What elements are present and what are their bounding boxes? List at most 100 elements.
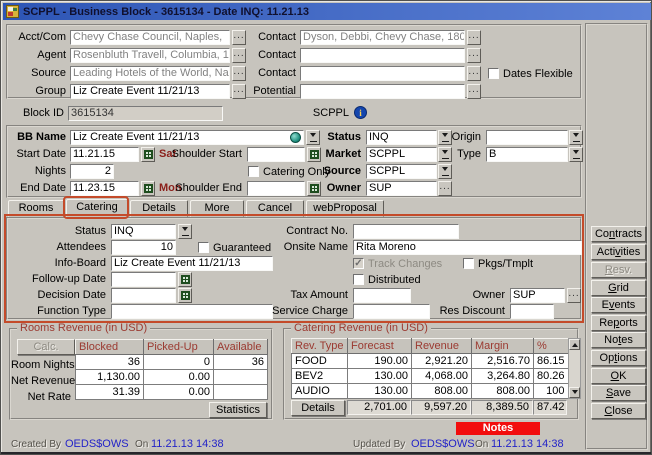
calendar-icon <box>310 184 319 193</box>
shoulder-end-calendar-button[interactable] <box>307 181 321 196</box>
info-board-field[interactable]: Liz Create Event 11/21/13 <box>111 256 273 271</box>
res-discount-field[interactable] <box>510 304 554 319</box>
globe-icon[interactable] <box>290 132 301 143</box>
pct-cell: 80.26 <box>534 369 569 384</box>
pkgs-tmplt-checkbox[interactable] <box>463 258 474 269</box>
bb-name-dropdown-button[interactable] <box>306 130 320 145</box>
catering-owner-label: Owner <box>428 288 505 303</box>
contact3-lov-button[interactable]: ... <box>467 66 481 81</box>
contact1-field[interactable]: Dyson, Debbi, Chevy Chase, 1800-123- <box>300 30 465 45</box>
activities-button[interactable]: Activities <box>591 244 646 260</box>
statistics-button[interactable]: Statistics <box>209 402 267 418</box>
bb-name-value: Liz Create Event 11/21/13 <box>73 131 199 143</box>
tab-cancel[interactable]: Cancel <box>246 200 304 217</box>
function-type-label: Function Type <box>10 304 106 319</box>
start-date-label: Start Date <box>10 147 66 162</box>
nights-field[interactable]: 2 <box>70 164 114 179</box>
catering-owner-lov-button[interactable]: ... <box>567 288 581 303</box>
start-date-field[interactable]: 11.21.15 <box>70 147 139 162</box>
type-field[interactable]: B <box>486 147 568 162</box>
type-dropdown-button[interactable] <box>569 147 583 162</box>
agent-field[interactable]: Rosenbluth Travell, Columbia, 1800-r <box>70 48 230 63</box>
contract-no-field[interactable] <box>353 224 459 239</box>
origin-field[interactable] <box>486 130 568 145</box>
follow-up-calendar-button[interactable] <box>178 272 192 287</box>
tab-catering[interactable]: Catering <box>66 199 128 217</box>
events-button[interactable]: Events <box>591 297 646 313</box>
catering-revenue-table: Rev. Type Forecast Revenue Margin % FOOD… <box>291 338 569 399</box>
contact2-field[interactable] <box>300 48 465 63</box>
source-field[interactable]: Leading Hotels of the World, Naples, <box>70 66 230 81</box>
options-button[interactable]: Options <box>591 350 646 366</box>
scroll-down-button[interactable] <box>569 387 580 398</box>
notes-lamp[interactable]: Notes <box>456 422 540 435</box>
notes-button[interactable]: Notes <box>591 332 646 348</box>
table-header-row: Rev. Type Forecast Revenue Margin % <box>292 339 569 354</box>
bb-source-dropdown-button[interactable] <box>438 164 452 179</box>
ok-button[interactable]: OK <box>591 368 646 384</box>
tax-amount-field[interactable] <box>353 288 411 303</box>
source-label: Source <box>10 66 66 81</box>
origin-dropdown-button[interactable] <box>569 130 583 145</box>
status-field[interactable]: INQ <box>366 130 437 145</box>
owner-lov-button[interactable]: ... <box>438 181 452 196</box>
end-date-calendar-button[interactable] <box>141 181 155 196</box>
table-header-row: Blocked Picked-Up Available <box>76 340 268 355</box>
table-scrollbar[interactable] <box>568 338 581 399</box>
details-button[interactable]: Details <box>291 400 345 416</box>
tab-rooms[interactable]: Rooms <box>8 200 64 217</box>
end-date-field[interactable]: 11.23.15 <box>70 181 139 196</box>
updated-by-value: OEDS$OWS <box>411 438 475 450</box>
dates-flexible-checkbox[interactable] <box>488 68 499 79</box>
potential-field[interactable] <box>300 84 465 99</box>
service-charge-field[interactable] <box>353 304 430 319</box>
contact2-lov-button[interactable]: ... <box>467 48 481 63</box>
shoulder-start-field[interactable] <box>247 147 305 162</box>
table-row[interactable]: FOOD 190.00 2,921.20 2,516.70 86.15 <box>292 354 569 369</box>
bb-source-field[interactable]: SCPPL <box>366 164 437 179</box>
follow-up-date-field[interactable] <box>111 272 176 287</box>
rooms-revenue-table: Blocked Picked-Up Available 36 0 36 1,13… <box>75 339 268 400</box>
catering-only-label: Catering Only <box>263 166 330 179</box>
decision-date-field[interactable] <box>111 288 176 303</box>
catering-owner-field[interactable]: SUP <box>510 288 565 303</box>
reports-button[interactable]: Reports <box>591 315 646 331</box>
decision-calendar-button[interactable] <box>178 288 192 303</box>
bb-name-label: BB Name <box>10 130 66 145</box>
distributed-checkbox[interactable] <box>353 274 364 285</box>
potential-lov-button[interactable]: ... <box>467 84 481 99</box>
catering-status-dropdown-button[interactable] <box>178 224 192 239</box>
table-row[interactable]: AUDIO 130.00 808.00 808.00 100 <box>292 384 569 399</box>
tab-webproposal[interactable]: webProposal <box>306 200 384 217</box>
contact3-field[interactable] <box>300 66 465 81</box>
shoulder-end-field[interactable] <box>247 181 305 196</box>
tab-more[interactable]: More <box>190 200 244 217</box>
close-button[interactable]: Close <box>591 403 646 419</box>
info-icon[interactable]: i <box>354 106 367 119</box>
service-charge-label: Service Charge <box>248 304 348 319</box>
market-field[interactable]: SCPPL <box>366 147 437 162</box>
group-field[interactable]: Liz Create Event 11/21/13 <box>70 84 230 99</box>
catering-only-checkbox[interactable] <box>248 166 259 177</box>
updated-on-label: On <box>475 439 488 450</box>
scroll-up-button[interactable] <box>569 339 580 350</box>
acct-com-field[interactable]: Chevy Chase Council, Naples, <box>70 30 230 45</box>
shoulder-start-calendar-button[interactable] <box>307 147 321 162</box>
tab-details[interactable]: Details <box>130 200 188 217</box>
bb-name-field[interactable]: Liz Create Event 11/21/13 <box>70 130 304 145</box>
onsite-name-field[interactable]: Rita Moreno <box>353 240 582 255</box>
table-row[interactable]: BEV2 130.00 4,068.00 3,264.80 80.26 <box>292 369 569 384</box>
revenue-total: 9,597.20 <box>411 400 471 415</box>
side-button-panel: Contracts Activities Resv. Grid Events R… <box>585 23 648 450</box>
grid-button[interactable]: Grid <box>591 280 646 296</box>
owner-field[interactable]: SUP <box>366 181 437 196</box>
guaranteed-checkbox[interactable] <box>198 242 209 253</box>
contact1-lov-button[interactable]: ... <box>467 30 481 45</box>
catering-revenue-title: Catering Revenue (in USD) <box>291 322 431 334</box>
forecast-cell: 190.00 <box>348 354 412 369</box>
save-button[interactable]: Save <box>591 385 646 401</box>
contracts-button[interactable]: Contracts <box>591 226 646 242</box>
attendees-field[interactable]: 10 <box>111 240 176 255</box>
catering-status-field[interactable]: INQ <box>111 224 176 239</box>
start-date-calendar-button[interactable] <box>141 147 155 162</box>
